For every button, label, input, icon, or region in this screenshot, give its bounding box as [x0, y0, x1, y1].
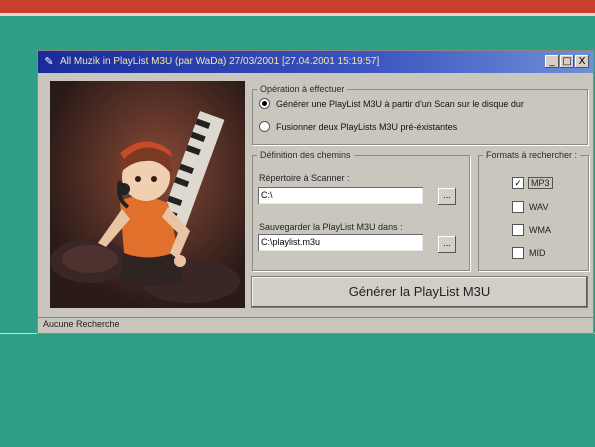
anime-artwork-image [50, 81, 245, 308]
formats-group: Formats à rechercher : ✓ MP3 WAV WMA MID [478, 150, 589, 271]
magazine-header-rule [0, 13, 595, 16]
browse-save-button[interactable]: ... [438, 236, 456, 253]
operation-group-label: Opération à effectuer [257, 84, 348, 94]
radio-button-unselected[interactable] [259, 121, 270, 132]
window-controls: _ □ X [545, 55, 589, 69]
save-playlist-input[interactable]: C:\playlist.m3u [258, 234, 423, 251]
radio-merge-label: Fusionner deux PlayLists M3U pré-éxistan… [276, 121, 458, 132]
format-checkbox-wav[interactable]: WAV [512, 201, 549, 213]
radio-button-selected[interactable] [259, 98, 270, 109]
operation-group: Opération à effectuer Générer une PlayLi… [252, 84, 588, 145]
magazine-header-strip [0, 0, 595, 13]
anime-girl-dj-illustration [50, 81, 245, 308]
maximize-button[interactable]: □ [560, 55, 574, 68]
generate-playlist-button[interactable]: Générer la PlayList M3U [252, 277, 587, 307]
format-checkbox-mid[interactable]: MID [512, 247, 546, 259]
format-label-mid: MID [529, 248, 546, 258]
status-text: Aucune Recherche [43, 319, 120, 329]
format-checkbox-mp3[interactable]: ✓ MP3 [512, 177, 552, 189]
checkbox-unchecked[interactable] [512, 224, 524, 236]
checkbox-unchecked[interactable] [512, 201, 524, 213]
app-window: ✎ All Muzik in PlayList M3U (par WaDa) 2… [38, 51, 593, 333]
minimize-button[interactable]: _ [545, 55, 559, 68]
paths-group: Définition des chemins Répertoire à Scan… [252, 150, 470, 271]
save-playlist-label: Sauvegarder la PlayList M3U dans : [259, 222, 403, 232]
radio-generate-label: Générer une PlayList M3U à partir d'un S… [276, 98, 524, 109]
paths-group-label: Définition des chemins [257, 150, 354, 160]
checkbox-unchecked[interactable] [512, 247, 524, 259]
format-label-mp3: MP3 [531, 178, 550, 188]
title-bar[interactable]: ✎ All Muzik in PlayList M3U (par WaDa) 2… [38, 51, 593, 73]
format-label-wav: WAV [529, 202, 549, 212]
status-bar: Aucune Recherche [38, 317, 593, 332]
scan-directory-label: Répertoire à Scanner : [259, 173, 350, 183]
format-label-wma: WMA [529, 225, 551, 235]
radio-generate-from-scan[interactable]: Générer une PlayList M3U à partir d'un S… [259, 98, 524, 109]
checkbox-checked[interactable]: ✓ [512, 177, 524, 189]
format-checkbox-wma[interactable]: WMA [512, 224, 551, 236]
close-button[interactable]: X [575, 55, 589, 68]
browse-scan-button[interactable]: ... [438, 188, 456, 205]
scan-directory-input[interactable]: C:\ [258, 187, 423, 204]
window-title: All Muzik in PlayList M3U (par WaDa) 27/… [60, 56, 380, 67]
app-icon: ✎ [44, 56, 54, 68]
radio-merge-playlists[interactable]: Fusionner deux PlayLists M3U pré-éxistan… [259, 121, 457, 132]
formats-group-label: Formats à rechercher : [483, 150, 581, 160]
background-gridline [0, 333, 595, 334]
